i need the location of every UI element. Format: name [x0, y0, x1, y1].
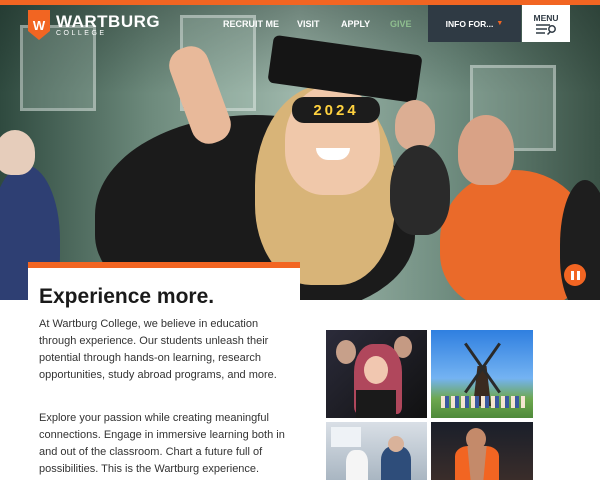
page-heading: Experience more.: [39, 285, 215, 308]
photo-choir[interactable]: [326, 330, 427, 418]
person-back-face: [395, 100, 435, 150]
menu-button[interactable]: MENU: [522, 5, 570, 42]
photo-wrestling[interactable]: [431, 422, 533, 480]
intro-paragraph: At Wartburg College, we believe in educa…: [39, 318, 277, 381]
hero-image: 2024: [0, 5, 600, 300]
info-for-dropdown[interactable]: INFO FOR... ▼: [428, 5, 521, 42]
nav-visit[interactable]: VISIT: [297, 19, 320, 29]
chevron-down-icon: ▼: [496, 20, 504, 27]
shield-logo-icon: W: [28, 10, 50, 40]
graduation-cap: [267, 34, 423, 104]
photo-windmill[interactable]: [431, 330, 533, 418]
nav-recruit-me[interactable]: RECRUIT ME: [223, 19, 279, 29]
pause-icon-bar: [570, 270, 574, 280]
party-glasses: 2024: [292, 97, 380, 123]
person-back-body: [390, 145, 450, 235]
pause-video-button[interactable]: [564, 264, 586, 286]
info-for-label: INFO FOR...: [445, 18, 494, 29]
nav-give[interactable]: GIVE: [390, 19, 412, 29]
person-left-face: [0, 130, 35, 175]
menu-search-icon: [536, 23, 556, 35]
explore-paragraph: Explore your passion while creating mean…: [39, 412, 285, 475]
college-logo[interactable]: W WARTBURG COLLEGE: [28, 10, 160, 40]
menu-label: MENU: [533, 12, 559, 23]
person-orange-face: [458, 115, 514, 185]
logo-wordmark: WARTBURG: [56, 12, 161, 31]
heading-card: Experience more.: [28, 262, 300, 318]
glasses-year-text: 2024: [313, 101, 359, 119]
nav-apply[interactable]: APPLY: [341, 19, 370, 29]
pause-icon-bar: [576, 270, 580, 280]
logo-subtitle: COLLEGE: [56, 30, 107, 37]
photo-lab[interactable]: [326, 422, 427, 480]
